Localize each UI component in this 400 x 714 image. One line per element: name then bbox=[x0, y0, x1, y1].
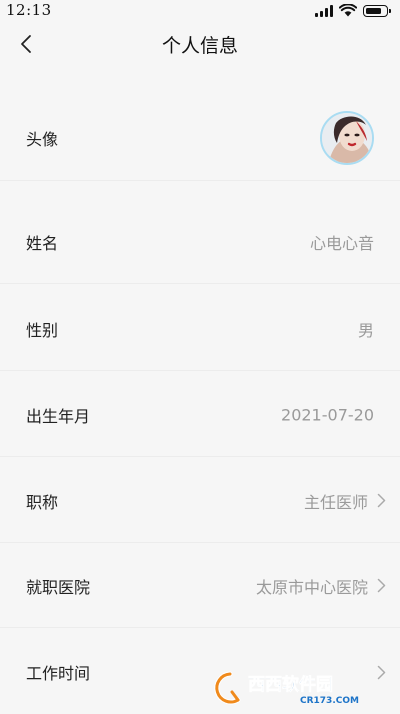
nav-bar: 个人信息 bbox=[0, 22, 400, 66]
row-gender[interactable]: 性别 男 bbox=[0, 287, 400, 371]
row-label: 性别 bbox=[26, 320, 59, 340]
watermark: 西西软件园 CR173.COM bbox=[214, 671, 359, 706]
watermark-site: CR173.COM bbox=[300, 696, 359, 706]
avatar-image bbox=[322, 112, 372, 163]
row-value: 男 bbox=[357, 320, 374, 340]
row-label: 出生年月 bbox=[26, 406, 91, 426]
row-birthdate[interactable]: 出生年月 2021-07-20 bbox=[0, 373, 400, 457]
battery-level bbox=[366, 7, 382, 14]
row-avatar[interactable]: 头像 bbox=[0, 95, 400, 181]
status-time: 12:13 bbox=[6, 1, 52, 19]
avatar[interactable] bbox=[320, 110, 374, 165]
row-label: 职称 bbox=[26, 492, 59, 512]
row-value: 心电心音 bbox=[309, 233, 374, 253]
chevron-right-icon bbox=[374, 493, 388, 509]
row-name[interactable]: 姓名 心电心音 bbox=[0, 200, 400, 284]
row-title[interactable]: 职称 主任医师 bbox=[0, 459, 400, 543]
watermark-logo-icon bbox=[214, 671, 241, 705]
row-label: 工作时间 bbox=[26, 664, 91, 683]
wifi-icon bbox=[339, 4, 357, 17]
page-title: 个人信息 bbox=[161, 35, 238, 57]
row-hospital[interactable]: 就职医院 太原市中心医院 bbox=[0, 544, 400, 628]
chevron-right-icon bbox=[374, 578, 388, 594]
status-bar: 12:13 bbox=[0, 0, 400, 22]
status-icons bbox=[315, 4, 391, 17]
row-value: 2021-07-20 bbox=[281, 405, 374, 424]
row-value: 太原市中心医院 bbox=[255, 577, 368, 597]
row-label: 就职医院 bbox=[26, 577, 91, 597]
row-label: 姓名 bbox=[26, 233, 59, 253]
row-value-group: 太原市中心医院 bbox=[256, 574, 388, 598]
battery-icon bbox=[363, 4, 391, 17]
row-value: 主任医师 bbox=[303, 492, 368, 512]
watermark-brand: 西西软件园 bbox=[248, 674, 333, 695]
signal-icon bbox=[315, 4, 333, 17]
row-value-group: 主任医师 bbox=[304, 489, 388, 513]
row-label: 头像 bbox=[26, 129, 59, 149]
